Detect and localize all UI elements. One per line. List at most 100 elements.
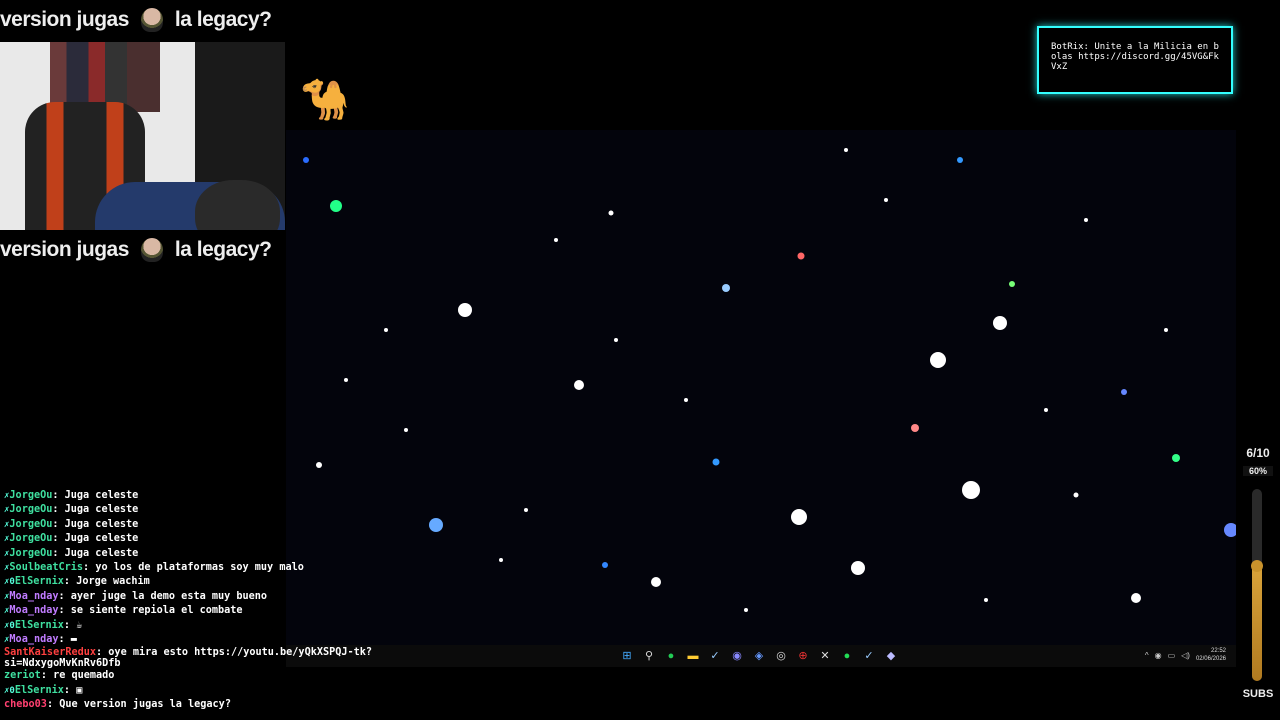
chat-message: ✗Moa_nday: ayer juge la demo esta muy bu… xyxy=(4,590,474,604)
chat-username: SoulbeatCris xyxy=(9,562,84,574)
chat-username: ElSernix xyxy=(14,619,64,631)
webcam-feed xyxy=(0,42,285,230)
steam-icon-2[interactable]: ✓ xyxy=(861,648,877,664)
chat-message: ✗Moa_nday: se siente repiola el combate xyxy=(4,604,474,618)
subs-goal-bar xyxy=(1252,489,1262,681)
chat-message: ✗0ElSernix: ☕ xyxy=(4,619,474,633)
chat-username: JorgeOu xyxy=(9,547,53,559)
emote-icon: ▬ xyxy=(70,634,77,646)
chat-text: ayer juge la demo esta muy bueno xyxy=(70,590,268,602)
chat-text: Jorge wachim xyxy=(76,576,150,588)
obs-icon[interactable]: ⊕ xyxy=(795,648,811,664)
chat-message: ✗JorgeOu: Juga celeste xyxy=(4,547,474,561)
steam-icon[interactable]: ✓ xyxy=(707,648,723,664)
app-icon[interactable]: ◈ xyxy=(751,648,767,664)
chat-text: Que version jugas la legacy? xyxy=(59,699,231,711)
chat-username: Moa_nday xyxy=(9,634,59,646)
chat-sep: : xyxy=(52,518,65,530)
banner-right-text: la legacy? xyxy=(174,8,272,31)
capcut-icon[interactable]: ✕ xyxy=(817,648,833,664)
subs-goal-knob xyxy=(1251,560,1263,572)
chat-message: ✗JorgeOu: Juga celeste xyxy=(4,518,474,532)
chat-message: ✗JorgeOu: Juga celeste xyxy=(4,503,474,517)
chat-text: Juga celeste xyxy=(64,533,139,545)
emote-icon: ☕ xyxy=(76,619,83,631)
chat-sep: : xyxy=(58,605,71,617)
chrome-icon[interactable]: ◎ xyxy=(773,648,789,664)
chat-sep: : xyxy=(63,684,77,696)
tray-volume-icon[interactable]: ◁) xyxy=(1181,651,1190,660)
tray-chevron-icon[interactable]: ^ xyxy=(1145,651,1149,660)
chat-sep: : xyxy=(40,670,54,682)
chat-username: JorgeOu xyxy=(9,490,53,501)
chat-username: zeriot xyxy=(4,670,41,682)
chat-username: SantKaiserRedux xyxy=(4,647,97,659)
chat-username: ElSernix xyxy=(14,576,64,588)
subs-goal-fill xyxy=(1252,566,1262,681)
chat-username: JorgeOu xyxy=(9,518,53,530)
chat-sep: : xyxy=(83,562,96,574)
botrix-alert: BotRix: Unite a la Milicia en bolas http… xyxy=(1037,26,1233,94)
chat-message: SantKaiserRedux: oye mira esto https://y… xyxy=(4,647,464,669)
app-icon-2[interactable]: ◆ xyxy=(883,648,899,664)
spotify-icon[interactable]: ● xyxy=(839,648,855,664)
chat-message: zeriot: re quemado xyxy=(4,669,474,683)
discord-icon[interactable]: ◉ xyxy=(729,648,745,664)
windows-icon[interactable]: ⊞ xyxy=(619,648,635,664)
chat-message: ✗0ElSernix: Jorge wachim xyxy=(4,575,474,589)
chat-sep: : xyxy=(52,547,65,559)
camel-mascot-icon: 🐪 xyxy=(300,78,350,122)
chat-username: Moa_nday xyxy=(9,605,59,617)
tray-wifi-icon[interactable]: ▭ xyxy=(1168,651,1176,660)
second-banner: version jugas la legacy? xyxy=(0,230,285,270)
subs-goal-percent: 60% xyxy=(1243,466,1273,476)
chat-sep: : xyxy=(46,699,60,711)
chat-username: JorgeOu xyxy=(9,533,53,545)
mod-badge-icon: ✗0 xyxy=(4,620,15,631)
chat-message: ✗JorgeOu: Juga celeste xyxy=(4,532,474,546)
whatsapp-icon[interactable]: ● xyxy=(663,648,679,664)
chat-username: chebo03 xyxy=(4,699,47,711)
chat-sep: : xyxy=(52,504,65,516)
search-icon[interactable]: ⚲ xyxy=(641,648,657,664)
clock-date: 02/06/2026 xyxy=(1195,656,1226,662)
subs-goal-count: 6/10 xyxy=(1246,446,1270,460)
chat-sep: : xyxy=(58,590,71,602)
chat-message: chebo03: Que version jugas la legacy? xyxy=(4,698,474,712)
system-tray: ^ ◉ ▭ ◁) 22:52 02/06/2026 xyxy=(1145,647,1226,663)
chat-sep: : xyxy=(63,576,77,588)
chat-text: Juga celeste xyxy=(64,547,139,559)
chat-sep: : xyxy=(58,634,71,646)
mod-badge-icon: ✗0 xyxy=(4,577,15,588)
chat-text: Juga celeste xyxy=(64,504,139,516)
botrix-alert-text: BotRix: Unite a la Milicia en bolas http… xyxy=(1051,42,1219,72)
banner-right-text-2: la legacy? xyxy=(174,238,272,261)
chat-sep: : xyxy=(63,619,77,631)
chat-username: ElSernix xyxy=(14,684,64,696)
chat-message: ✗0ElSernix: ▣ xyxy=(4,684,474,698)
chat-username: Moa_nday xyxy=(9,590,59,602)
chat-sep: : xyxy=(96,647,109,659)
files-icon[interactable]: ▬ xyxy=(685,648,701,664)
chat-sep: : xyxy=(52,490,65,501)
face-emote-icon-2 xyxy=(140,238,163,262)
chat-text: re quemado xyxy=(53,670,115,682)
clock-time: 22:52 xyxy=(1210,648,1226,654)
chat-overlay: ✗JorgeOu: Juga celeste ✗JorgeOu: Juga ce… xyxy=(4,489,474,713)
subs-goal-widget: 6/10 60% xyxy=(1240,446,1276,476)
chat-text: yo los de plataformas soy muy malo xyxy=(95,562,304,574)
tray-app-icon[interactable]: ◉ xyxy=(1155,651,1162,660)
face-emote-icon xyxy=(140,8,163,32)
subs-goal-label: SUBS xyxy=(1242,688,1274,700)
chat-message: ✗JorgeOu: Juga celeste xyxy=(4,489,474,503)
chat-message: ✗SoulbeatCris: yo los de plataformas soy… xyxy=(4,561,474,575)
chat-username: JorgeOu xyxy=(9,504,53,516)
emote-icon: ▣ xyxy=(76,684,83,696)
top-banner: version jugas la legacy? xyxy=(0,0,285,40)
mod-badge-icon: ✗0 xyxy=(4,685,15,696)
banner-left-text: version jugas xyxy=(0,8,129,31)
taskbar-clock[interactable]: 22:52 02/06/2026 xyxy=(1196,647,1226,663)
banner-left-text-2: version jugas xyxy=(0,238,129,261)
chat-sep: : xyxy=(52,533,65,545)
streamer-head xyxy=(195,180,280,230)
